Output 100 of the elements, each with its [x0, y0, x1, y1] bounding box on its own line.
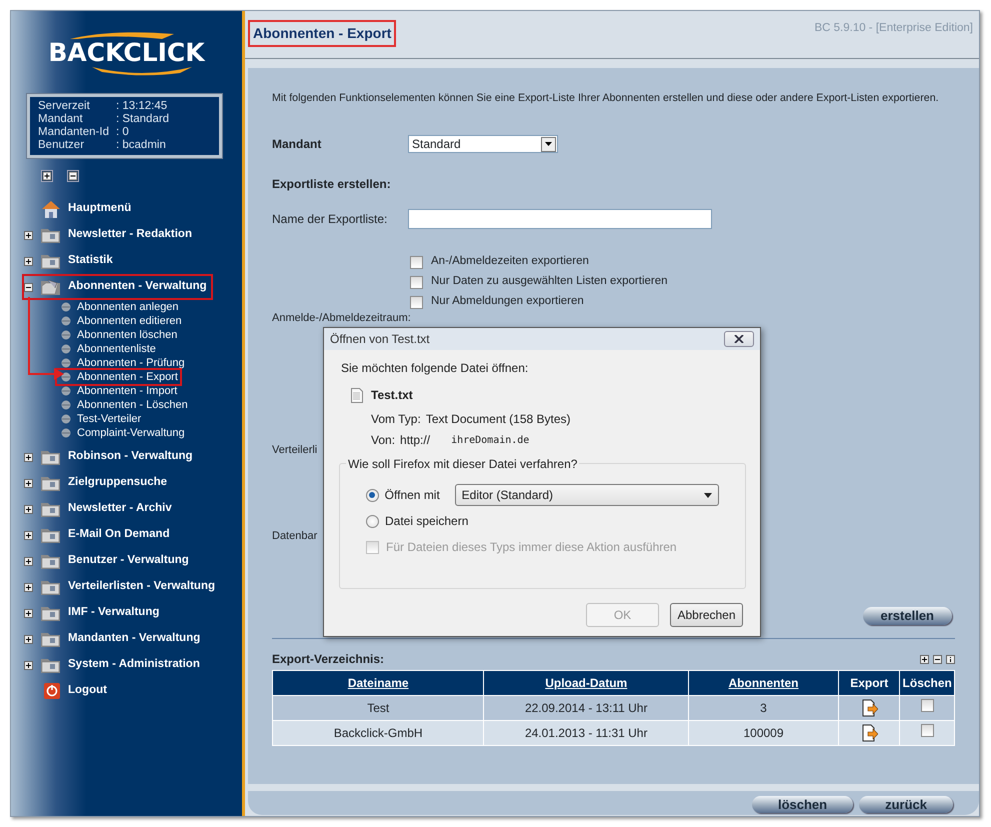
menu-item[interactable]: Hauptmenü [68, 200, 132, 218]
bullet-icon [61, 316, 71, 326]
menu-item[interactable]: Mandanten - Verwaltung [68, 630, 200, 648]
name-input-field[interactable] [408, 209, 712, 230]
radio-label[interactable]: Datei speichern [385, 512, 468, 530]
expand-icon[interactable] [24, 256, 33, 266]
submenu-item[interactable]: Abonnenten anlegen [61, 300, 181, 314]
expand-icon[interactable] [24, 230, 33, 240]
info-value: : Standard [116, 113, 170, 126]
mandant-select[interactable]: Standard [408, 135, 558, 154]
bullet-icon [61, 400, 71, 410]
info-value: : 13:12:45 [116, 100, 168, 113]
bullet-icon [61, 372, 71, 382]
collapse-icon[interactable] [933, 654, 942, 664]
submenu-item[interactable]: Abonnenten löschen [61, 328, 180, 342]
expand-icon[interactable] [24, 556, 33, 566]
back-button[interactable]: zurück [859, 796, 953, 813]
close-icon [734, 335, 744, 343]
application-select[interactable]: Editor (Standard) [454, 484, 719, 506]
menu-item[interactable]: Benutzer - Verwaltung [68, 552, 189, 570]
menu-item[interactable]: System - Administration [68, 656, 200, 674]
section-heading: Exportliste erstellen: [272, 176, 392, 194]
expand-icon[interactable] [920, 654, 929, 664]
info-value: : 0 [116, 126, 129, 139]
expand-icon[interactable] [24, 452, 33, 462]
table-cell: Test [367, 701, 390, 716]
table-cell: 24.01.2013 - 11:31 Uhr [524, 726, 648, 740]
submenu-item[interactable]: Abonnenten - Export [57, 370, 180, 384]
bullet-icon [61, 330, 71, 340]
checkbox[interactable] [410, 296, 423, 309]
menu-item[interactable]: Newsletter - Redaktion [68, 226, 192, 244]
radio-button[interactable] [366, 514, 379, 528]
menu-item[interactable]: Statistik [68, 252, 113, 270]
dropdown-icon[interactable] [545, 142, 552, 146]
cancel-button[interactable]: Abbrechen [670, 603, 743, 627]
checkbox-label: Nur Abmeldungen exportieren [431, 294, 584, 310]
logo-text: BACKCLICK [48, 39, 205, 67]
expand-all-icon[interactable] [41, 170, 53, 182]
column-sort-link[interactable]: Dateiname [348, 676, 409, 690]
table-cell: 22.09.2014 - 13:11 Uhr [524, 701, 648, 716]
menu-item[interactable]: Abonnenten - Verwaltung [68, 278, 207, 296]
checkbox[interactable] [410, 256, 423, 269]
column-header: Löschen [902, 676, 952, 690]
dropdown-icon [704, 492, 712, 498]
expand-icon[interactable] [24, 634, 33, 644]
radio-label[interactable]: Öffnen mit [384, 486, 449, 504]
dialog-text: Sie möchten folgende Datei öffnen: [341, 360, 530, 377]
version-text: BC 5.9.10 - [Enterprise Edition] [814, 21, 973, 36]
submenu-item[interactable]: Abonnenten - Import [61, 384, 180, 398]
delete-button[interactable]: löschen [752, 796, 854, 813]
page-title: Abonnenten - Export [248, 20, 396, 47]
info-value: : bcadmin [116, 139, 166, 152]
collapse-all-icon[interactable] [67, 170, 79, 182]
file-icon [351, 388, 363, 402]
checkbox[interactable] [920, 724, 934, 738]
menu-item[interactable]: Zielgruppensuche [68, 474, 168, 492]
close-button[interactable] [724, 331, 754, 347]
checkbox-label: Nur Daten zu ausgewählten Listen exportieren [431, 274, 668, 290]
field-label: Verteilerli [272, 444, 318, 458]
menu-item[interactable]: Robinson - Verwaltung [68, 448, 193, 466]
open-folder-icon [40, 277, 62, 297]
bullet-icon [61, 358, 71, 368]
submenu-item[interactable]: Test-Verteiler [61, 412, 144, 426]
table-cell: 100009 [743, 726, 784, 740]
expand-icon[interactable] [24, 504, 33, 514]
menu-item[interactable]: Logout [68, 682, 107, 700]
expand-icon[interactable] [24, 530, 33, 540]
field-label: Name der Exportliste: [272, 211, 388, 228]
expand-icon[interactable] [24, 660, 33, 670]
field-label: Von: [371, 432, 396, 449]
bullet-icon [61, 428, 71, 438]
checkbox[interactable] [920, 699, 934, 712]
expand-icon[interactable] [24, 608, 33, 618]
field-label: Vom Typ: [371, 411, 421, 428]
expand-icon[interactable] [24, 478, 33, 488]
file-source: http:// [400, 432, 430, 449]
menu-item[interactable]: E-Mail On Demand [68, 526, 170, 544]
radio-button[interactable] [366, 488, 379, 502]
menu-item[interactable]: Verteilerlisten - Verwaltung [68, 578, 215, 596]
file-name: Test.txt [371, 387, 413, 404]
menu-item[interactable]: IMF - Verwaltung [68, 604, 160, 622]
submenu-item[interactable]: Abonnenten - Prüfung [61, 356, 187, 370]
info-label: Serverzeit [38, 100, 91, 113]
info-label: Mandant [38, 113, 84, 126]
create-button[interactable]: erstellen [862, 607, 952, 626]
submenu-item[interactable]: Abonnentenliste [61, 342, 158, 356]
info-icon[interactable] [946, 654, 955, 664]
submenu-item[interactable]: Abonnenten editieren [61, 314, 184, 328]
bullet-icon [61, 386, 71, 396]
collapse-icon[interactable] [24, 282, 33, 292]
field-label: Anmelde-/Abmeldezeitraum: [272, 312, 411, 326]
submenu-item[interactable]: Complaint-Verwaltung [61, 426, 187, 440]
table-cell: Backclick-GmbH [334, 726, 423, 740]
checkbox[interactable] [410, 276, 423, 289]
expand-icon[interactable] [24, 582, 33, 592]
export-file-icon[interactable] [860, 724, 878, 742]
home-icon [40, 199, 62, 219]
export-file-icon[interactable] [860, 699, 878, 718]
submenu-item[interactable]: Abonnenten - Löschen [61, 398, 190, 412]
menu-item[interactable]: Newsletter - Archiv [68, 500, 172, 518]
